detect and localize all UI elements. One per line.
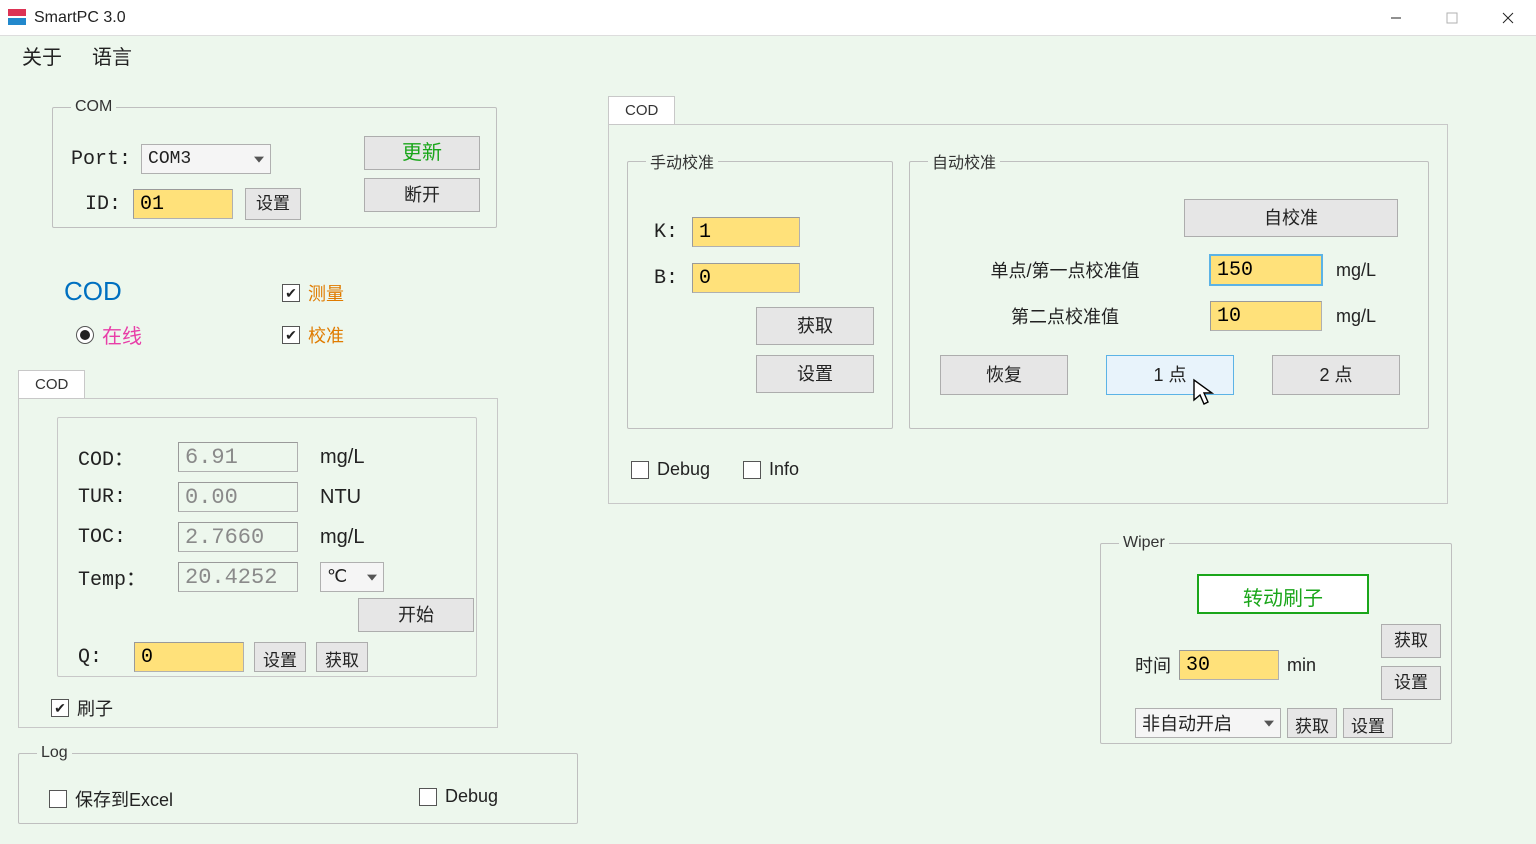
wiper-legend: Wiper xyxy=(1119,534,1169,552)
p2-input[interactable] xyxy=(1210,301,1322,331)
minimize-button[interactable] xyxy=(1368,0,1424,36)
id-label: ID: xyxy=(85,193,121,216)
wiper-set-button[interactable]: 设置 xyxy=(1381,666,1441,700)
pt1-button[interactable]: 1 点 xyxy=(1106,355,1234,395)
checkbox-icon xyxy=(51,699,69,717)
id-set-button[interactable]: 设置 xyxy=(245,188,301,220)
wiper-mode-select[interactable]: 非自动开启 xyxy=(1135,708,1281,738)
com-legend: COM xyxy=(71,98,116,116)
tur-label: TUR: xyxy=(78,486,178,509)
sensor-name: COD xyxy=(64,276,122,307)
wiper-get2-button[interactable]: 获取 xyxy=(1287,708,1337,738)
titlebar: SmartPC 3.0 xyxy=(0,0,1536,36)
q-set-button[interactable]: 设置 xyxy=(254,642,306,672)
save-excel-checkbox[interactable]: 保存到Excel xyxy=(49,786,173,812)
checkbox-icon xyxy=(419,788,437,806)
p1-input[interactable] xyxy=(1210,255,1322,285)
selfcal-button[interactable]: 自校准 xyxy=(1184,199,1398,237)
online-radio[interactable]: 在线 xyxy=(76,320,142,349)
close-button[interactable] xyxy=(1480,0,1536,36)
checkbox-icon xyxy=(49,790,67,808)
menu-about[interactable]: 关于 xyxy=(22,41,62,70)
app-icon xyxy=(8,9,26,27)
q-label: Q: xyxy=(78,646,124,669)
brush-checkbox[interactable]: 刷子 xyxy=(51,695,113,721)
start-button[interactable]: 开始 xyxy=(358,598,474,632)
auto-cal-group: 自动校准 自校准 单点/第一点校准值 mg/L 第二点校准值 mg/L 恢复 1… xyxy=(909,149,1429,429)
checkbox-icon xyxy=(282,326,300,344)
toc-value: 2.7660 xyxy=(178,522,298,552)
measure-checkbox[interactable]: 测量 xyxy=(282,280,344,306)
log-group: Log 保存到Excel Debug xyxy=(18,744,578,824)
tur-unit: NTU xyxy=(320,486,361,509)
right-cod-tab[interactable]: COD xyxy=(608,96,675,124)
cod-readings-group: COD： 6.91 mg/L TUR: 0.00 NTU TOC: 2.7660… xyxy=(57,417,477,677)
window-title: SmartPC 3.0 xyxy=(34,9,126,27)
wiper-set2-button[interactable]: 设置 xyxy=(1343,708,1393,738)
maximize-button[interactable] xyxy=(1424,0,1480,36)
checkbox-icon xyxy=(743,461,761,479)
menubar: 关于 语言 xyxy=(0,36,1536,74)
time-unit: min xyxy=(1287,655,1316,676)
log-debug-checkbox[interactable]: Debug xyxy=(419,786,498,807)
temp-value: 20.4252 xyxy=(178,562,298,592)
com-group: COM Port: COM3 ID: 设置 更新 断开 xyxy=(52,98,497,228)
log-legend: Log xyxy=(37,744,72,762)
temp-label: Temp： xyxy=(78,562,178,592)
tur-value: 0.00 xyxy=(178,482,298,512)
manual-cal-group: 手动校准 K: B: 获取 设置 xyxy=(627,149,893,429)
b-input[interactable] xyxy=(692,263,800,293)
toc-unit: mg/L xyxy=(320,526,364,549)
id-input[interactable] xyxy=(133,189,233,219)
b-label: B: xyxy=(654,267,682,290)
manual-cal-legend: 手动校准 xyxy=(646,149,718,173)
pt2-button[interactable]: 2 点 xyxy=(1272,355,1400,395)
time-input[interactable] xyxy=(1179,650,1279,680)
q-get-button[interactable]: 获取 xyxy=(316,642,368,672)
auto-cal-legend: 自动校准 xyxy=(928,149,1000,173)
p2-unit: mg/L xyxy=(1336,306,1376,327)
calibrate-checkbox[interactable]: 校准 xyxy=(282,322,344,348)
time-label: 时间 xyxy=(1135,652,1171,678)
right-cod-tabpanel: 手动校准 K: B: 获取 设置 自动校准 自校准 单点/第一点校准值 mg/L… xyxy=(608,124,1448,504)
cod-value: 6.91 xyxy=(178,442,298,472)
right-debug-checkbox[interactable]: Debug xyxy=(631,459,710,480)
right-info-checkbox[interactable]: Info xyxy=(743,459,799,480)
cod-label: COD： xyxy=(78,442,178,472)
q-input[interactable] xyxy=(134,642,244,672)
wiper-get-button[interactable]: 获取 xyxy=(1381,624,1441,658)
cod-unit: mg/L xyxy=(320,446,364,469)
menu-language[interactable]: 语言 xyxy=(92,41,132,70)
p1-label: 单点/第一点校准值 xyxy=(940,257,1190,283)
refresh-button[interactable]: 更新 xyxy=(364,136,480,170)
k-label: K: xyxy=(654,221,682,244)
restore-button[interactable]: 恢复 xyxy=(940,355,1068,395)
cod-tabpanel: COD： 6.91 mg/L TUR: 0.00 NTU TOC: 2.7660… xyxy=(18,398,498,728)
checkbox-icon xyxy=(631,461,649,479)
disconnect-button[interactable]: 断开 xyxy=(364,178,480,212)
checkbox-icon xyxy=(282,284,300,302)
port-select[interactable]: COM3 xyxy=(141,144,271,174)
wiper-group: Wiper 转动刷子 获取 设置 时间 min 非自动开启 获取 设置 xyxy=(1100,534,1452,744)
radio-icon xyxy=(76,326,94,344)
toc-label: TOC: xyxy=(78,526,178,549)
k-input[interactable] xyxy=(692,217,800,247)
p1-unit: mg/L xyxy=(1336,260,1376,281)
cod-tab[interactable]: COD xyxy=(18,370,85,398)
manual-get-button[interactable]: 获取 xyxy=(756,307,874,345)
temp-unit-select[interactable]: ℃ xyxy=(320,562,384,592)
manual-set-button[interactable]: 设置 xyxy=(756,355,874,393)
rotate-brush-button[interactable]: 转动刷子 xyxy=(1197,574,1369,614)
port-label: Port: xyxy=(71,148,131,171)
p2-label: 第二点校准值 xyxy=(940,303,1190,329)
